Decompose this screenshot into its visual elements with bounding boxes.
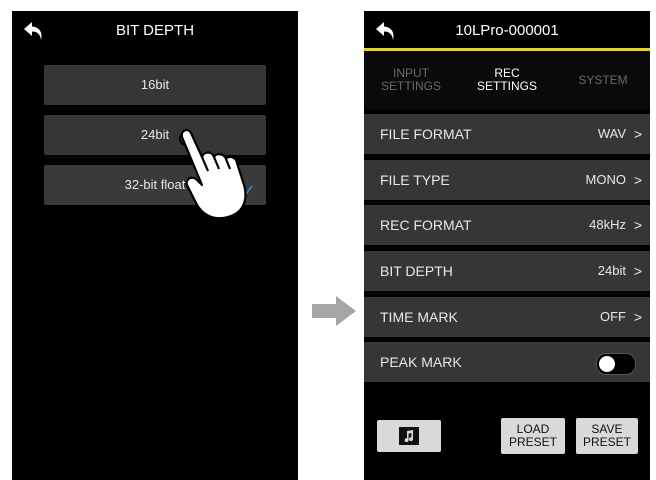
music-button[interactable] xyxy=(377,420,441,452)
tab-rec-settings[interactable]: REC SETTINGS xyxy=(460,51,554,109)
chevron-right-icon: > xyxy=(633,263,642,279)
page-title: BIT DEPTH xyxy=(115,22,195,39)
option-16bit[interactable]: 16bit xyxy=(44,65,266,105)
chevron-right-icon: > xyxy=(633,217,642,233)
btn-line1: SAVE xyxy=(591,422,623,436)
tab-label-line1: SYSTEM xyxy=(578,72,628,87)
btn-line2: PRESET xyxy=(508,435,557,449)
rec-settings-screen: 10LPro-000001 INPUT SETTINGS REC SETTINGS … xyxy=(364,11,650,480)
back-arrow-icon[interactable] xyxy=(22,19,46,43)
row-file-type[interactable]: FILE TYPE MONO > xyxy=(364,160,650,200)
row-file-format[interactable]: FILE FORMAT WAV > xyxy=(364,114,650,154)
header: BIT DEPTH xyxy=(12,11,298,51)
save-preset-button[interactable]: SAVE PRESET xyxy=(576,418,638,454)
tab-input-settings[interactable]: INPUT SETTINGS xyxy=(364,51,458,109)
row-rec-format[interactable]: REC FORMAT 48kHz > xyxy=(364,205,650,245)
row-bit-depth[interactable]: BIT DEPTH 24bit > xyxy=(364,251,650,291)
tab-system[interactable]: SYSTEM xyxy=(556,51,650,109)
row-label: TIME MARK xyxy=(380,309,458,325)
hand-pointer-icon xyxy=(179,128,247,220)
music-note-icon xyxy=(399,427,419,445)
row-value: 24bit xyxy=(597,263,626,278)
row-label: BIT DEPTH xyxy=(380,263,453,279)
btn-line2: PRESET xyxy=(582,435,631,449)
btn-line1: LOAD xyxy=(516,422,550,436)
bit-depth-screen: BIT DEPTH 16bit 24bit 32-bit float ✓ xyxy=(12,11,298,480)
header: 10LPro-000001 xyxy=(364,11,650,51)
toggle-knob xyxy=(599,356,615,372)
row-label: PEAK MARK xyxy=(380,354,462,370)
chevron-right-icon: > xyxy=(633,172,642,188)
row-value: OFF xyxy=(600,309,626,324)
chevron-right-icon: > xyxy=(633,126,642,142)
device-name: 10LPro-000001 xyxy=(455,22,559,39)
tab-label-line2: SETTINGS xyxy=(380,79,441,93)
row-time-mark[interactable]: TIME MARK OFF > xyxy=(364,297,650,337)
tab-bar: INPUT SETTINGS REC SETTINGS SYSTEM xyxy=(364,51,650,144)
tab-label-line1: INPUT xyxy=(392,66,429,80)
row-label: FILE TYPE xyxy=(380,172,450,188)
back-arrow-icon[interactable] xyxy=(374,19,398,43)
right-arrow-icon xyxy=(312,296,356,326)
tab-label-line2: SETTINGS xyxy=(476,79,537,93)
row-peak-mark: PEAK MARK xyxy=(364,342,650,382)
row-label: REC FORMAT xyxy=(380,217,472,233)
load-preset-button[interactable]: LOAD PRESET xyxy=(501,418,565,454)
row-value: WAV xyxy=(597,126,626,141)
row-label: FILE FORMAT xyxy=(380,126,472,142)
peak-mark-toggle[interactable] xyxy=(596,353,636,375)
tab-label-line1: REC xyxy=(494,66,520,80)
row-value: MONO xyxy=(585,172,626,187)
chevron-right-icon: > xyxy=(633,309,642,325)
row-value: 48kHz xyxy=(589,217,626,232)
